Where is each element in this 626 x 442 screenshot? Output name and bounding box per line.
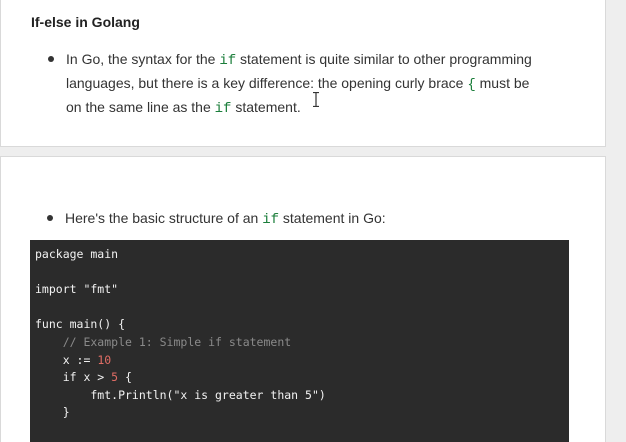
- section-title: If-else in Golang: [31, 14, 140, 30]
- code-line-package: package main: [35, 247, 119, 261]
- code-block[interactable]: package main import "fmt" func main() { //…: [30, 240, 569, 442]
- intro-bullet-list: In Go, the syntax for the if statement i…: [45, 48, 545, 120]
- section-card-top: If-else in Golang In Go, the syntax for …: [0, 0, 606, 147]
- structure-text-after: statement in Go:: [279, 210, 386, 226]
- code-if-suffix: {: [118, 370, 132, 385]
- code-if-prefix: if x >: [35, 370, 112, 385]
- code-line-assign: x := 10: [35, 352, 564, 370]
- intro-text-end: statement.: [231, 99, 301, 115]
- bullet-icon: [47, 215, 53, 221]
- list-item: Here's the basic structure of an if stat…: [44, 209, 564, 229]
- bullet-icon: [48, 56, 54, 62]
- code-line-empty: [35, 299, 564, 317]
- intro-text-before: In Go, the syntax for the: [66, 51, 220, 67]
- code-number-10: 10: [97, 352, 112, 367]
- inline-code-if: if: [219, 53, 237, 69]
- code-line-func: func main() {: [35, 317, 126, 332]
- structure-bullet-list: Here's the basic structure of an if stat…: [44, 209, 564, 229]
- structure-text-before: Here's the basic structure of an: [65, 210, 263, 226]
- code-line-if: if x > 5 {: [35, 369, 564, 387]
- inline-code-if-2: if: [214, 101, 232, 117]
- code-line-comment: // Example 1: Simple if statement: [35, 334, 292, 349]
- code-line-println: fmt.Println("x is greater than 5"): [35, 387, 326, 402]
- inline-code-if: if: [262, 212, 280, 228]
- code-line-close-brace: }: [35, 405, 70, 420]
- code-assign-prefix: x :=: [35, 352, 98, 367]
- code-line-import: import "fmt": [35, 282, 119, 297]
- code-line-empty: [35, 264, 564, 282]
- list-item: In Go, the syntax for the if statement i…: [45, 48, 545, 120]
- page: If-else in Golang In Go, the syntax for …: [0, 0, 626, 442]
- inline-code-brace: {: [467, 77, 476, 93]
- text-cursor-icon: [313, 92, 319, 107]
